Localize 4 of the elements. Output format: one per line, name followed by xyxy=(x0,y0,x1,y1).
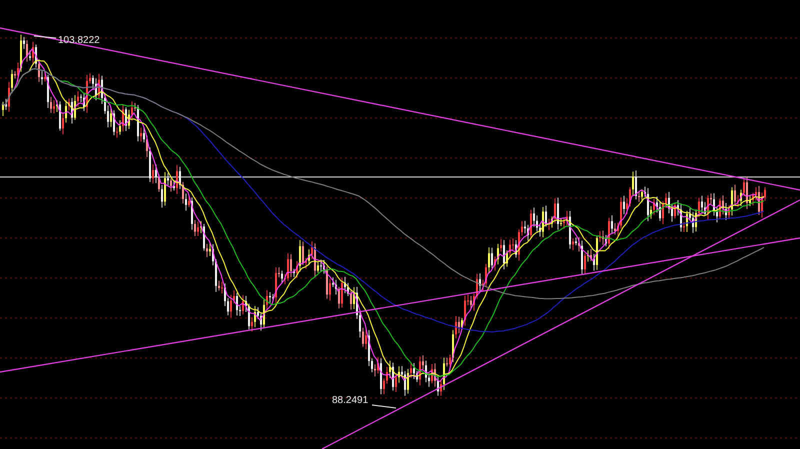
price-label: 88.2491 xyxy=(332,395,368,406)
leader-line xyxy=(372,404,396,408)
price-label: 103.8222 xyxy=(58,35,100,46)
leader-line xyxy=(34,36,56,38)
